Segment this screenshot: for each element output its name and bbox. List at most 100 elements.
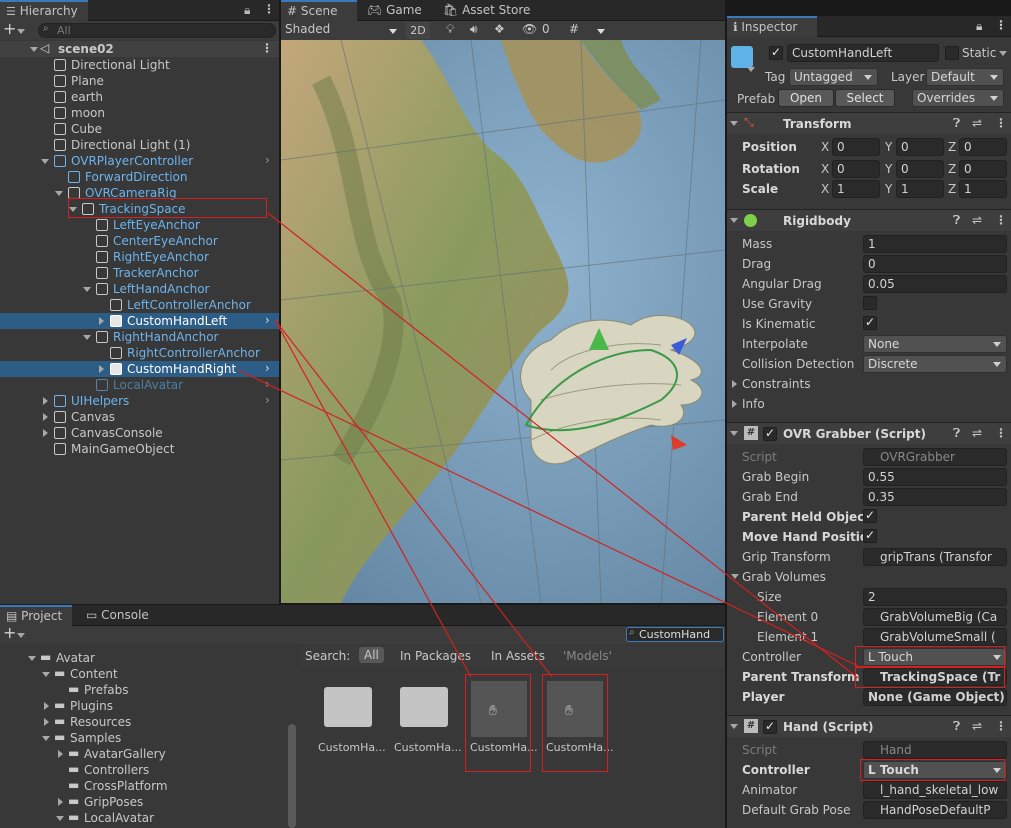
position-z-field[interactable]: 0 <box>959 138 1007 156</box>
scene-row[interactable]: ◁ scene02 ⋮ <box>0 41 279 57</box>
expand-arrow-icon[interactable] <box>28 656 36 661</box>
prefab-open-button[interactable]: Open <box>778 89 834 107</box>
expand-arrow-icon[interactable] <box>730 724 738 729</box>
expand-arrow-icon[interactable] <box>69 207 77 212</box>
expand-arrow-icon[interactable] <box>42 672 50 677</box>
list-item[interactable]: CenterEyeAnchor <box>0 233 279 249</box>
element-1-field[interactable]: GrabVolumeSmall ( <box>863 628 1007 646</box>
filter-models[interactable]: 'Models' <box>563 648 612 664</box>
list-item[interactable]: Cube <box>0 121 279 137</box>
drag-field[interactable]: 0 <box>863 255 1007 273</box>
help-icon[interactable]: ❓︎ <box>953 116 960 131</box>
list-item[interactable]: OVRCameraRig <box>0 185 279 201</box>
component-enabled-checkbox[interactable] <box>763 719 777 734</box>
panel-menu-icon[interactable]: ⋮ <box>263 2 275 16</box>
help-icon[interactable]: ❓︎ <box>953 213 960 228</box>
help-icon[interactable]: ❓︎ <box>953 719 960 734</box>
ovr-grabber-header[interactable]: # OVR Grabber (Script) ❓︎ ⇌ ⋮ <box>727 422 1011 444</box>
list-item[interactable]: LocalAvatar › <box>0 377 279 393</box>
list-item[interactable]: earth <box>0 89 279 105</box>
list-item[interactable]: Plane <box>0 73 279 89</box>
list-item[interactable]: ▬ Content <box>0 666 286 682</box>
expand-arrow-icon[interactable] <box>58 798 63 806</box>
chevron-right-icon[interactable]: › <box>265 377 270 391</box>
element-0-field[interactable]: GrabVolumeBig (Ca <box>863 608 1007 626</box>
list-item[interactable]: CanvasConsole <box>0 425 279 441</box>
lock-icon[interactable]: 🔒︎ <box>976 19 982 34</box>
chevron-down-icon[interactable] <box>597 29 605 34</box>
asset-item[interactable]: CustomHa... <box>316 681 386 761</box>
scene-menu-icon[interactable]: ⋮ <box>261 41 273 55</box>
add-dropdown-icon[interactable] <box>17 29 25 34</box>
transform-header[interactable]: ⤡ Transform ❓︎ ⇌ ⋮ <box>727 112 1011 134</box>
scale-x-field[interactable]: 1 <box>832 180 880 198</box>
help-icon[interactable]: ❓︎ <box>953 426 960 441</box>
collision-detection-dropdown[interactable]: Discrete <box>863 355 1007 373</box>
list-item[interactable]: Canvas <box>0 409 279 425</box>
list-item[interactable]: ▬ Samples <box>0 730 286 746</box>
asset-item[interactable]: ✋︎ CustomHa... <box>468 678 538 764</box>
animator-field[interactable]: l_hand_skeletal_low <box>863 781 1007 799</box>
rigidbody-header[interactable]: Rigidbody ❓︎ ⇌ ⋮ <box>727 209 1011 231</box>
constraints-foldout[interactable]: Constraints <box>742 376 810 392</box>
position-y-field[interactable]: 0 <box>896 138 944 156</box>
audio-icon[interactable]: 🔊︎ <box>470 22 478 37</box>
expand-arrow-icon[interactable] <box>732 400 737 408</box>
chevron-right-icon[interactable]: › <box>265 153 270 167</box>
add-icon[interactable]: + <box>3 21 16 38</box>
component-menu-icon[interactable]: ⋮ <box>995 426 1007 440</box>
use-gravity-checkbox[interactable] <box>863 296 877 310</box>
expand-arrow-icon[interactable] <box>43 397 48 405</box>
tab-hierarchy[interactable]: ☰ Hierarchy <box>0 0 88 21</box>
list-item[interactable]: TrackerAnchor <box>0 265 279 281</box>
prefab-select-button[interactable]: Select <box>835 89 895 107</box>
angular-drag-field[interactable]: 0.05 <box>863 275 1007 293</box>
default-grab-pose-field[interactable]: HandPoseDefaultP <box>863 801 1007 819</box>
expand-arrow-icon[interactable] <box>55 191 63 196</box>
asset-item[interactable]: CustomHa... <box>392 681 462 761</box>
grid-icon[interactable]: # <box>569 22 579 36</box>
list-item[interactable]: ▬ AvatarGallery <box>0 746 286 762</box>
list-item[interactable]: ▬ CrossPlatform <box>0 778 286 794</box>
rotation-y-field[interactable]: 0 <box>896 160 944 178</box>
grab-volumes-foldout[interactable]: Grab Volumes <box>742 569 826 585</box>
preset-icon[interactable]: ⇌ <box>972 719 982 733</box>
expand-arrow-icon[interactable] <box>44 718 49 726</box>
object-name-field[interactable]: CustomHandLeft <box>787 44 939 62</box>
interpolate-dropdown[interactable]: None <box>863 335 1007 353</box>
scale-z-field[interactable]: 1 <box>959 180 1007 198</box>
grab-begin-field[interactable]: 0.55 <box>863 468 1007 486</box>
rotation-z-field[interactable]: 0 <box>959 160 1007 178</box>
list-item[interactable]: ▬ Resources <box>0 714 286 730</box>
list-item[interactable]: MainGameObject <box>0 441 279 457</box>
tab-project[interactable]: ▤ Project <box>0 605 72 626</box>
expand-arrow-icon[interactable] <box>58 750 63 758</box>
chevron-right-icon[interactable]: › <box>265 361 270 375</box>
list-item[interactable]: RightHandAnchor <box>0 329 279 345</box>
expand-arrow-icon[interactable] <box>730 431 738 436</box>
expand-arrow-icon[interactable] <box>43 413 48 421</box>
expand-arrow-icon[interactable] <box>730 121 738 126</box>
visibility-icon[interactable]: 👁︎ <box>522 22 537 36</box>
tab-scene[interactable]: # Scene <box>281 0 357 21</box>
filter-in-packages[interactable]: In Packages <box>400 648 471 664</box>
tab-console[interactable]: ▭ Console <box>80 605 155 626</box>
list-item[interactable]: ▬ GripPoses <box>0 794 286 810</box>
expand-arrow-icon[interactable] <box>42 736 50 741</box>
expand-arrow-icon[interactable] <box>30 47 38 52</box>
tab-inspector[interactable]: ℹ︎ Inspector <box>727 16 817 37</box>
tree-scrollbar[interactable] <box>288 724 296 828</box>
lighting-icon[interactable]: 💡︎ <box>446 22 454 37</box>
list-item-selected[interactable]: CustomHandLeft › <box>0 313 279 329</box>
tag-dropdown[interactable]: Untagged <box>789 68 878 86</box>
list-item[interactable]: LeftEyeAnchor <box>0 217 279 233</box>
lock-icon[interactable]: 🔒︎ <box>244 3 250 18</box>
list-item[interactable]: Directional Light (1) <box>0 137 279 153</box>
component-menu-icon[interactable]: ⋮ <box>995 213 1007 227</box>
rotation-x-field[interactable]: 0 <box>832 160 880 178</box>
add-icon[interactable]: + <box>3 626 16 642</box>
panel-menu-icon[interactable]: ⋮ <box>995 18 1007 32</box>
list-item-selected[interactable]: CustomHandRight › <box>0 361 279 377</box>
static-checkbox[interactable] <box>945 46 959 60</box>
asset-item[interactable]: ✋︎ CustomHa... <box>544 678 614 764</box>
